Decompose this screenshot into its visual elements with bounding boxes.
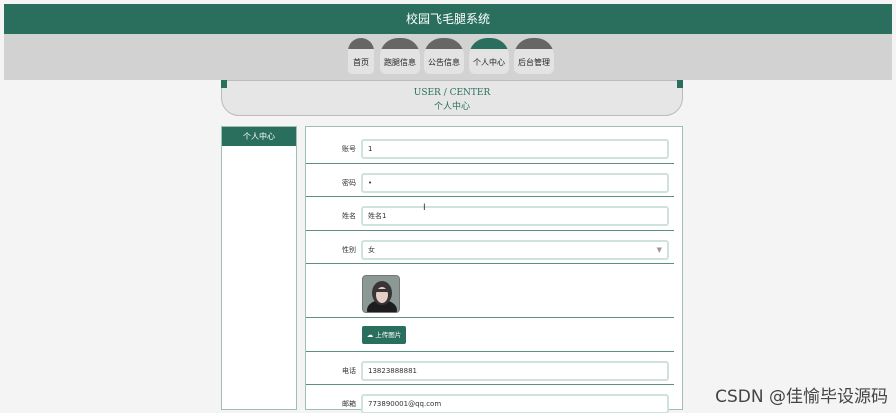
form-row-email: 邮箱 773890001@qq.com [306, 385, 674, 413]
text-cursor-icon: I [423, 203, 426, 213]
upload-button-label: 上传图片 [375, 331, 402, 339]
top-nav: 首页 跑腿信息 公告信息 个人中心 后台管理 [4, 34, 892, 80]
form-row-account: 账号 1 [306, 127, 674, 164]
email-label: 邮箱 [342, 400, 356, 408]
section-banner-cn: 个人中心 [433, 102, 470, 112]
profile-form: 账号 1 密码 • 姓名 姓名1 I 性别 女 ▼ ☁ 上传图片 电话 1382… [305, 126, 683, 413]
form-row-gender: 性别 女 ▼ [306, 231, 674, 264]
form-row-password: 密码 • [306, 164, 674, 197]
phone-input[interactable]: 13823888881 [361, 361, 669, 381]
form-row-phone: 电话 13823888881 [306, 352, 674, 385]
password-label: 密码 [342, 179, 356, 187]
form-row-name: 姓名 姓名1 I [306, 197, 674, 231]
account-input[interactable]: 1 [361, 139, 669, 159]
chevron-down-icon: ▼ [656, 246, 662, 254]
sidebar-item-personal-center[interactable]: 个人中心 [222, 127, 296, 146]
form-row-avatar [306, 264, 674, 318]
section-banner: USER / CENTER 个人中心 [221, 80, 683, 116]
nav-item-errands[interactable]: 跑腿信息 [380, 38, 420, 74]
upload-image-button[interactable]: ☁ 上传图片 [362, 326, 406, 344]
cloud-upload-icon: ☁ [366, 331, 374, 339]
nav-item-personal-center[interactable]: 个人中心 [469, 38, 509, 74]
nav-item-label: 跑腿信息 [384, 58, 416, 67]
sidebar: 个人中心 [221, 126, 297, 410]
nav-item-notices[interactable]: 公告信息 [424, 38, 464, 74]
name-label: 姓名 [342, 212, 356, 220]
email-input[interactable]: 773890001@qq.com [361, 394, 669, 413]
gender-label: 性别 [342, 246, 356, 254]
gender-value: 女 [368, 246, 375, 254]
avatar-preview [362, 275, 400, 313]
account-label: 账号 [342, 145, 356, 153]
section-banner-en: USER / CENTER [413, 88, 491, 98]
password-input[interactable]: • [361, 173, 669, 193]
nav-item-label: 首页 [353, 58, 369, 67]
app-header: 校园飞毛腿系统 [4, 4, 892, 34]
watermark: CSDN @佳愉毕设源码 [715, 387, 888, 407]
nav-item-home[interactable]: 首页 [348, 38, 374, 74]
gender-select[interactable]: 女 ▼ [361, 240, 669, 260]
form-row-upload: ☁ 上传图片 [306, 318, 674, 352]
app-title: 校园飞毛腿系统 [405, 12, 490, 26]
name-input[interactable]: 姓名1 [361, 206, 669, 226]
nav-item-admin[interactable]: 后台管理 [514, 38, 554, 74]
nav-item-label: 后台管理 [518, 58, 550, 67]
nav-item-label: 公告信息 [428, 58, 460, 67]
phone-label: 电话 [342, 367, 356, 375]
nav-item-label: 个人中心 [473, 58, 505, 67]
